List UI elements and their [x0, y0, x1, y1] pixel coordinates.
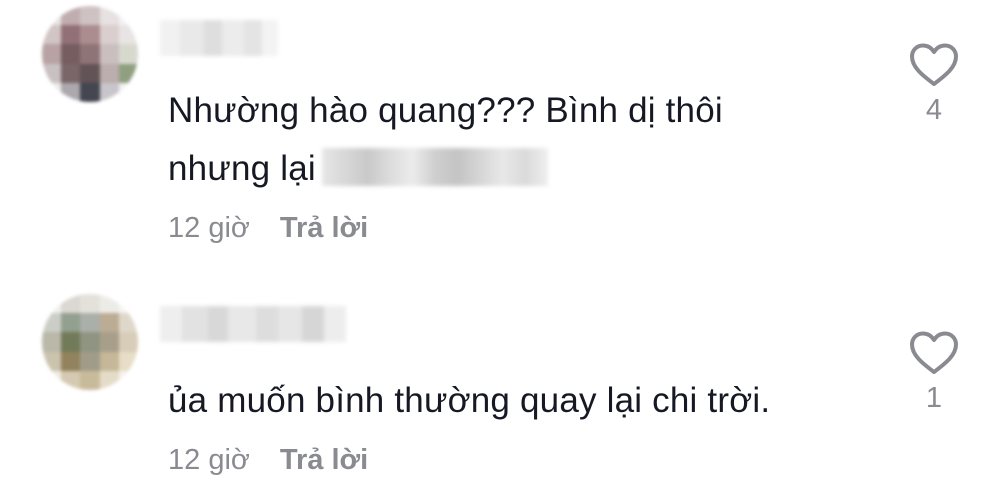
comment-text-line1: ủa muốn bình thường quay lại chi trời.	[168, 381, 771, 420]
username-blurred[interactable]	[160, 20, 278, 56]
comment-text-line1: Nhường hào quang??? Bình dị thôi	[168, 91, 723, 130]
comment-time: 12 giờ	[168, 212, 250, 244]
comment-meta: 12 giờ Trả lời	[168, 444, 368, 477]
heart-outline-icon	[910, 43, 958, 86]
avatar[interactable]	[42, 294, 138, 390]
reply-button[interactable]: Trả lời	[280, 212, 368, 245]
comment-time: 12 giờ	[168, 444, 250, 476]
avatar[interactable]	[42, 6, 138, 102]
heart-outline-icon	[910, 331, 958, 374]
username-blurred[interactable]	[160, 306, 346, 342]
like-count: 4	[925, 94, 943, 126]
comment-text-line2: nhưng lại	[168, 149, 316, 188]
like-count: 1	[925, 382, 943, 414]
comment-meta: 12 giờ Trả lời	[168, 212, 368, 245]
mention-blurred[interactable]	[321, 147, 548, 186]
like-button[interactable]: 1	[900, 330, 968, 415]
like-button[interactable]: 4	[900, 42, 968, 127]
comment-text: ủa muốn bình thường quay lại chi trời.	[168, 372, 868, 430]
reply-button[interactable]: Trả lời	[280, 444, 368, 477]
comment-text: Nhường hào quang??? Bình dị thôi nhưng l…	[168, 82, 868, 198]
